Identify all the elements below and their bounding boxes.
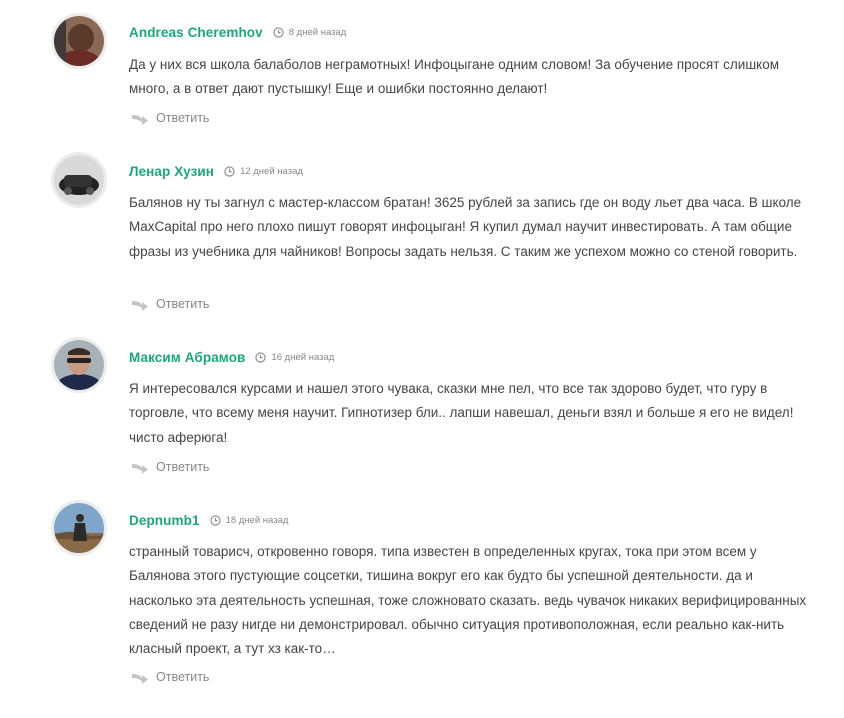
reply-button[interactable]: Ответить — [131, 111, 209, 125]
reply-button[interactable]: Ответить — [131, 670, 209, 684]
avatar-image — [54, 340, 104, 390]
author-name[interactable]: Ленар Хузин — [129, 164, 214, 179]
comment-header: Ленар Хузин 12 дней назад — [129, 164, 303, 179]
avatar[interactable] — [51, 337, 107, 393]
reply-button[interactable]: Ответить — [131, 460, 209, 474]
avatar-image — [54, 155, 104, 205]
comment-text: Я интересовался курсами и нашел этого чу… — [129, 381, 794, 445]
avatar[interactable] — [51, 500, 107, 556]
comment-date[interactable]: 18 дней назад — [226, 515, 289, 526]
author-name[interactable]: Andreas Cheremhov — [129, 25, 263, 40]
author-name[interactable]: Максим Абрамов — [129, 350, 245, 365]
reply-label: Ответить — [156, 670, 210, 684]
avatar-image — [54, 16, 104, 66]
clock-icon — [255, 352, 267, 363]
clock-icon — [273, 27, 284, 38]
reply-arrow-icon — [132, 463, 148, 474]
reply-arrow-icon — [132, 300, 148, 311]
clock-icon — [209, 515, 221, 526]
clock-icon — [224, 166, 235, 177]
comment-header: Depnumb1 18 дней назад — [129, 513, 288, 528]
reply-arrow-icon — [132, 673, 148, 684]
reply-label: Ответить — [156, 111, 210, 125]
avatar-image — [54, 503, 104, 553]
comment-header: Andreas Cheremhov 8 дней назад — [129, 25, 346, 40]
reply-arrow-icon — [132, 114, 148, 125]
comment-date[interactable]: 16 дней назад — [271, 352, 334, 363]
avatar[interactable] — [51, 152, 107, 208]
reply-label: Ответить — [156, 460, 210, 474]
comment-text: Да у них вся школа балаболов неграмотных… — [129, 57, 780, 97]
comment-date[interactable]: 12 дней назад — [240, 166, 303, 177]
comment-date[interactable]: 8 дней назад — [289, 27, 347, 38]
avatar[interactable] — [51, 13, 107, 69]
comment-header: Максим Абрамов 16 дней назад — [129, 350, 334, 365]
comment-text: Балянов ну ты загнул с мастер-классом бр… — [129, 195, 802, 259]
reply-button[interactable]: Ответить — [131, 297, 209, 311]
author-name[interactable]: Depnumb1 — [129, 513, 200, 528]
reply-label: Ответить — [156, 297, 210, 311]
comment-text: странный товарисч, откровенно говоря. ти… — [129, 544, 807, 657]
